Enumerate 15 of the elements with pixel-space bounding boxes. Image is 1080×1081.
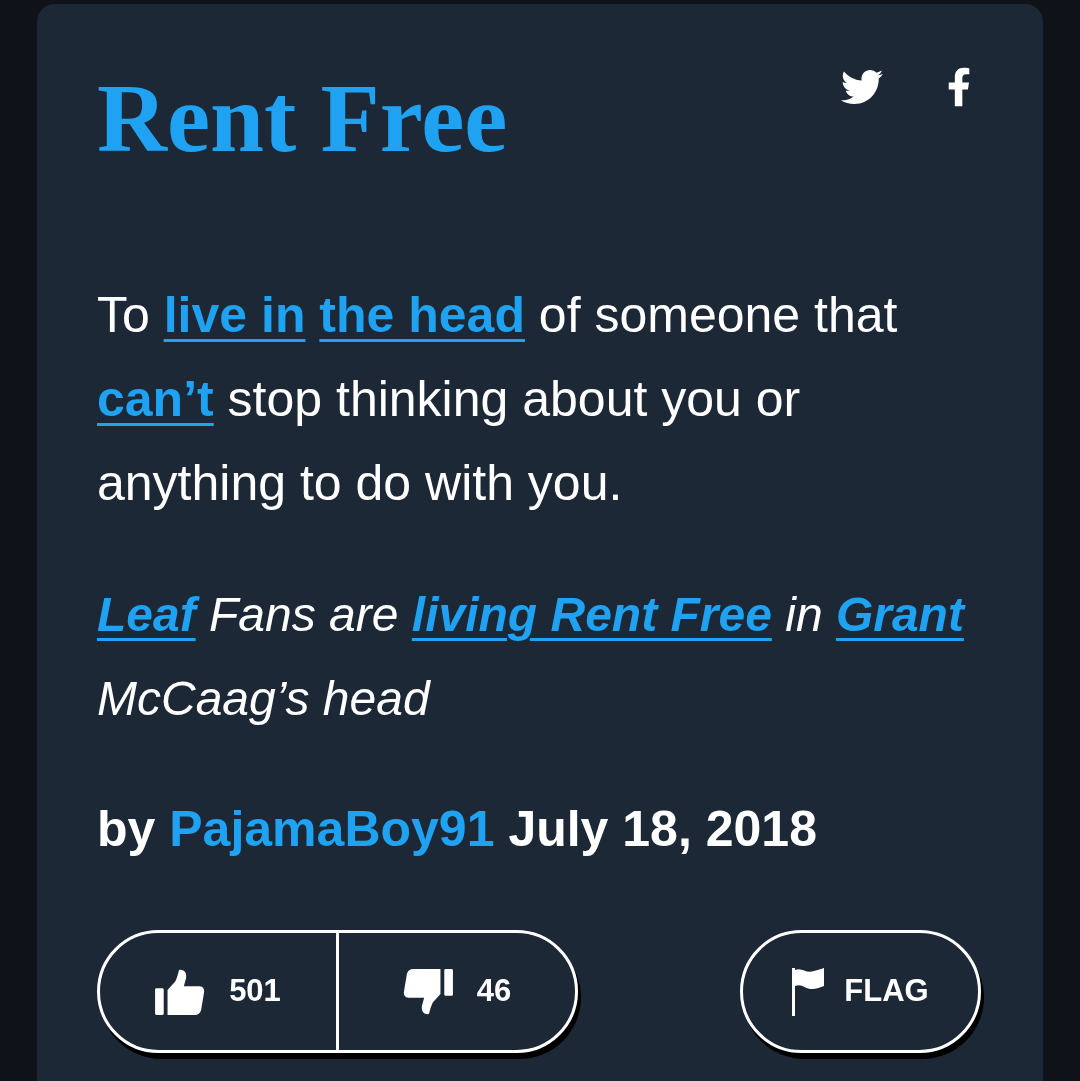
example-text: Leaf Fans are living Rent Free in Grant McCaag’s head xyxy=(97,587,967,727)
downvote-button[interactable]: 46 xyxy=(336,933,575,1050)
word-title[interactable]: Rent Free xyxy=(97,70,508,167)
thumbs-up-icon xyxy=(155,968,206,1015)
link[interactable]: can’t xyxy=(97,371,214,427)
thumbs-down-icon xyxy=(402,968,453,1015)
link[interactable]: the head xyxy=(319,287,525,343)
flag-icon xyxy=(792,967,825,1016)
upvote-button[interactable]: 501 xyxy=(100,933,336,1050)
link[interactable]: living Rent Free xyxy=(411,588,772,641)
link[interactable]: Grant xyxy=(835,588,964,641)
link[interactable]: live in xyxy=(163,287,306,343)
author-line: by PajamaBoy91 July 18, 2018 xyxy=(97,800,818,859)
author-link[interactable]: PajamaBoy91 xyxy=(169,801,495,857)
definition-text: To live in the head of someone that can’t stop thinking about you or anything to do with you. xyxy=(97,286,899,513)
